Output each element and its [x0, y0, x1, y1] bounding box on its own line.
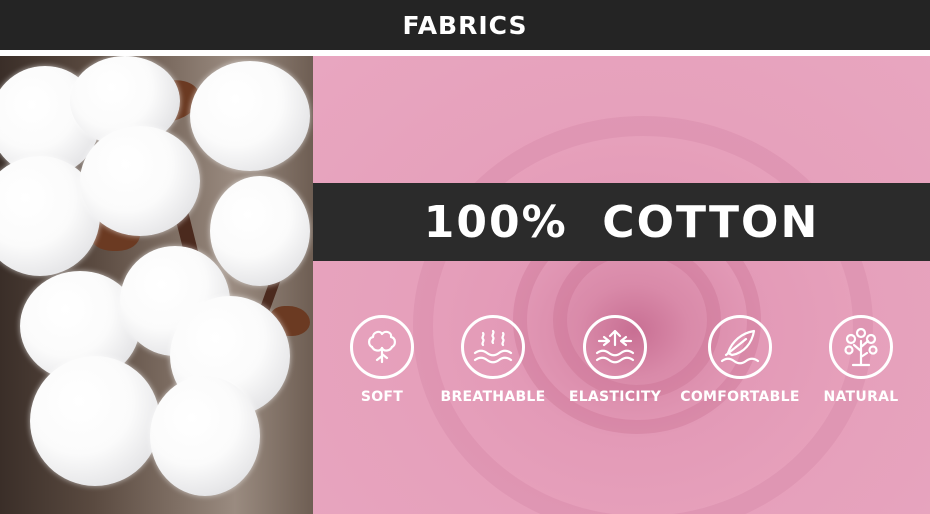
fabrics-header: FABRICS — [0, 0, 930, 50]
feature-breathable: BREATHABLE — [428, 315, 558, 405]
feather-icon — [708, 315, 772, 379]
feature-label: COMFORTABLE — [680, 389, 800, 405]
feature-natural: NATURAL — [796, 315, 926, 405]
feature-elasticity: ELASTICITY — [550, 315, 680, 405]
pink-fabric-background — [313, 56, 930, 514]
breathable-waves-icon — [461, 315, 525, 379]
feature-label: ELASTICITY — [568, 389, 662, 405]
feature-list: SOFT BREATHABLE ELASTICITY COMFORTABLE N… — [313, 315, 930, 425]
elasticity-arrows-icon — [583, 315, 647, 379]
cotton-banner: 100% COTTON — [313, 183, 930, 261]
feature-label: BREATHABLE — [440, 389, 546, 405]
feature-comfortable: COMFORTABLE — [675, 315, 805, 405]
header-title: FABRICS — [402, 10, 528, 40]
cotton-photo — [0, 56, 313, 514]
tree-icon — [829, 315, 893, 379]
cotton-boll-icon — [350, 315, 414, 379]
feature-label: NATURAL — [823, 389, 899, 405]
banner-text: 100% COTTON — [423, 196, 820, 248]
